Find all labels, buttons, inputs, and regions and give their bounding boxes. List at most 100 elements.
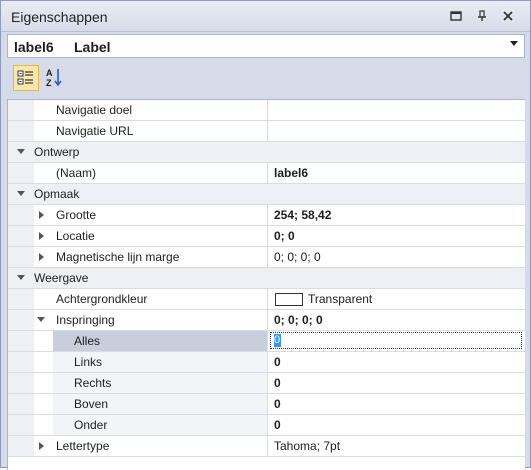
property-value: Transparent <box>308 292 373 306</box>
object-name: label6 <box>14 39 54 55</box>
property-name: Boven <box>74 397 109 411</box>
property-row[interactable]: Grootte 254; 58,42 <box>8 205 525 226</box>
property-name: Grootte <box>56 208 97 222</box>
row-gutter <box>8 436 34 456</box>
property-value-cell[interactable]: 0; 0; 0; 0 <box>267 310 525 330</box>
property-value-cell[interactable] <box>267 100 525 120</box>
property-name: Inspringing <box>56 313 115 327</box>
color-swatch <box>275 293 303 306</box>
row-gutter <box>8 373 34 393</box>
property-value: 0 <box>274 355 281 369</box>
window-position-icon[interactable] <box>449 9 463 23</box>
property-value-cell[interactable]: 0 <box>267 352 525 372</box>
value-edit-field[interactable]: 0 <box>270 332 522 349</box>
row-gutter <box>8 415 34 435</box>
property-row[interactable]: Boven 0 <box>8 394 525 415</box>
property-value-cell[interactable]: 0 <box>267 394 525 414</box>
property-value-cell[interactable]: 0; 0; 0; 0 <box>267 247 525 267</box>
row-gutter <box>8 205 34 225</box>
panel-titlebar: Eigenschappen <box>1 1 530 32</box>
property-value-cell[interactable]: 0 <box>267 373 525 393</box>
collapse-caret-icon[interactable] <box>17 149 25 154</box>
property-value-cell[interactable]: 0; 0 <box>267 226 525 246</box>
object-selector[interactable]: label6 Label <box>7 34 525 58</box>
property-toolbar: A Z <box>7 61 525 95</box>
categorized-view-icon <box>17 70 33 85</box>
property-name: Onder <box>74 418 108 432</box>
svg-text:A: A <box>46 68 53 78</box>
category-row[interactable]: Weergave <box>8 268 525 289</box>
property-name: Navigatie doel <box>56 103 133 117</box>
pin-icon[interactable] <box>475 9 489 23</box>
svg-text:Z: Z <box>46 78 52 88</box>
property-row[interactable]: Lettertype Tahoma; 7pt <box>8 436 525 457</box>
property-row[interactable]: Links 0 <box>8 352 525 373</box>
property-row[interactable]: Locatie 0; 0 <box>8 226 525 247</box>
row-gutter <box>8 100 34 120</box>
property-value: 0; 0; 0; 0 <box>274 313 323 327</box>
panel-title: Eigenschappen <box>11 9 108 25</box>
property-name: (Naam) <box>56 166 97 180</box>
row-gutter <box>8 310 34 330</box>
property-row[interactable]: Inspringing 0; 0; 0; 0 <box>8 310 525 331</box>
category-row[interactable]: Ontwerp <box>8 142 525 163</box>
property-name: Locatie <box>56 229 95 243</box>
row-gutter <box>8 331 34 351</box>
chevron-down-icon[interactable] <box>510 41 518 46</box>
property-grid: Navigatie doel Navigatie URL Ontwerp (Naam)… <box>7 99 525 470</box>
row-gutter <box>8 289 34 309</box>
alphabetical-sort-icon: A Z <box>46 68 62 88</box>
property-value-cell[interactable]: 254; 58,42 <box>267 205 525 225</box>
property-value: 0 <box>274 376 281 390</box>
property-row[interactable]: Magnetische lijn marge 0; 0; 0; 0 <box>8 247 525 268</box>
property-name: Alles <box>74 334 101 348</box>
property-value: 0; 0 <box>274 229 295 243</box>
property-value-cell[interactable]: Transparent <box>267 289 525 309</box>
property-row[interactable]: Achtergrondkleur Transparent <box>8 289 525 310</box>
expand-caret-icon[interactable] <box>39 442 44 450</box>
property-name: Rechts <box>74 376 112 390</box>
category-label: Opmaak <box>34 187 80 201</box>
alphabetical-sort-button[interactable]: A Z <box>43 65 69 91</box>
property-value-cell[interactable]: 0 <box>267 331 525 351</box>
property-row[interactable]: Rechts 0 <box>8 373 525 394</box>
selected-value-text[interactable]: 0 <box>274 334 281 347</box>
property-name: Links <box>74 355 103 369</box>
property-row[interactable]: (Naam) label6 <box>8 163 525 184</box>
property-value-cell[interactable]: Tahoma; 7pt <box>267 436 525 456</box>
property-row[interactable]: Onder 0 <box>8 415 525 436</box>
property-value-cell[interactable]: 0 <box>267 415 525 435</box>
expand-caret-icon[interactable] <box>39 232 44 240</box>
collapse-caret-icon[interactable] <box>17 275 25 280</box>
row-gutter <box>8 247 34 267</box>
row-gutter <box>8 121 34 141</box>
category-label: Ontwerp <box>34 145 80 159</box>
property-value: Tahoma; 7pt <box>274 439 341 453</box>
object-type: Label <box>74 39 111 55</box>
expand-caret-icon[interactable] <box>39 211 44 219</box>
property-value: 0 <box>274 418 281 432</box>
property-name: Magnetische lijn marge <box>56 250 180 264</box>
collapse-caret-icon[interactable] <box>17 191 25 196</box>
collapse-caret-icon[interactable] <box>37 317 45 322</box>
categorized-view-button[interactable] <box>13 65 39 91</box>
property-value-cell[interactable] <box>267 121 525 141</box>
property-name: Achtergrondkleur <box>56 292 148 306</box>
property-value: 0; 0; 0; 0 <box>274 250 321 264</box>
property-name: Lettertype <box>56 439 110 453</box>
properties-panel: Eigenschappen label6 Label A Z Navigatie… <box>0 0 531 470</box>
category-row[interactable]: Opmaak <box>8 184 525 205</box>
property-value: 254; 58,42 <box>274 208 332 222</box>
property-row[interactable]: Alles 0 <box>8 331 525 352</box>
property-name: Navigatie URL <box>56 124 134 138</box>
category-label: Weergave <box>34 271 89 285</box>
property-value: label6 <box>274 166 309 180</box>
close-icon[interactable] <box>501 9 515 23</box>
row-gutter <box>8 163 34 183</box>
property-value-cell[interactable]: label6 <box>267 163 525 183</box>
expand-caret-icon[interactable] <box>39 253 44 261</box>
row-gutter <box>8 226 34 246</box>
property-row[interactable]: Navigatie doel <box>8 100 525 121</box>
property-row[interactable]: Navigatie URL <box>8 121 525 142</box>
row-gutter <box>8 394 34 414</box>
